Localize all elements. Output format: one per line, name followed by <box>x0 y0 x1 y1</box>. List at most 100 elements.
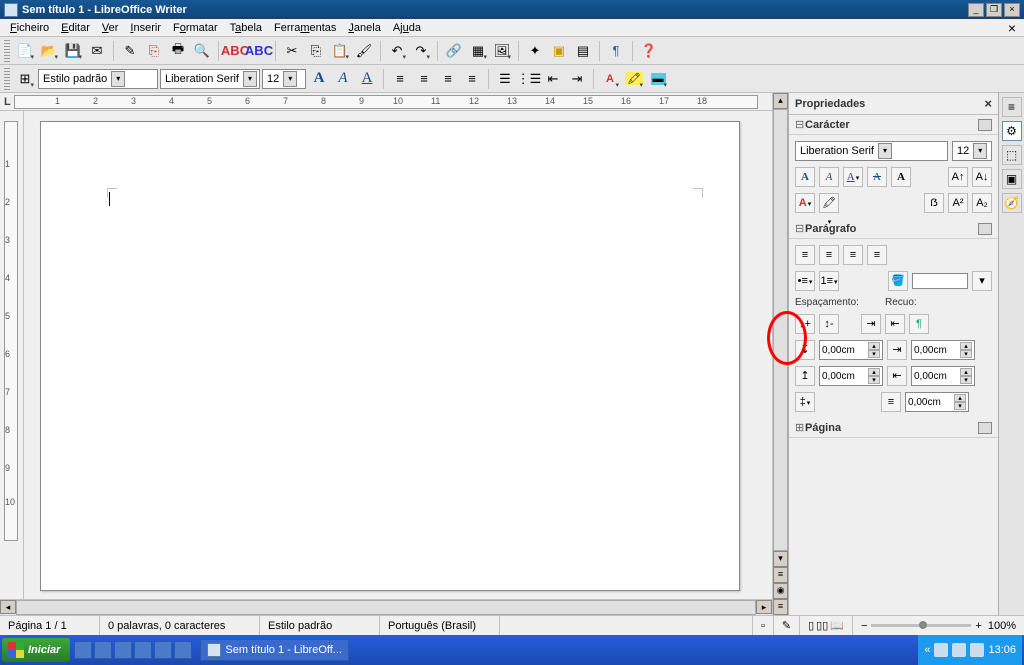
sb-align-justify[interactable]: ≡ <box>867 245 887 265</box>
decrease-indent-button[interactable]: ⇤ <box>542 68 564 90</box>
chevron-down-icon[interactable]: ▾ <box>111 71 125 87</box>
menu-ficheiro[interactable]: Ficheiro <box>4 21 55 35</box>
preview-button[interactable]: 🔍 <box>191 40 213 62</box>
restore-button[interactable]: ❐ <box>986 3 1002 17</box>
sb-indent-dec[interactable]: ⇤ <box>885 314 905 334</box>
datasources-button[interactable]: ▤ <box>572 40 594 62</box>
scroll-up-button[interactable]: ▴ <box>773 93 788 109</box>
align-center-button[interactable]: ≡ <box>413 68 435 90</box>
redo-button[interactable]: ↷ <box>410 40 432 62</box>
sb-bgcolor-dd[interactable]: ▾ <box>972 271 992 291</box>
status-style[interactable]: Estilo padrão <box>260 616 380 635</box>
nav-button[interactable]: ◉ <box>773 583 788 599</box>
zoom-value[interactable]: 100% <box>988 620 1016 632</box>
chevron-down-icon[interactable]: ▾ <box>283 71 297 87</box>
horizontal-scrollbar[interactable]: ◂ ▸ <box>0 599 772 615</box>
sb-hanging[interactable]: ¶ <box>909 314 929 334</box>
menu-ver[interactable]: Ver <box>96 21 125 35</box>
scroll-down-button[interactable]: ▾ <box>773 551 788 567</box>
sb-linespacing-button[interactable]: ‡ <box>795 392 815 412</box>
zoom-slider[interactable] <box>871 624 971 627</box>
tray-icon1[interactable] <box>934 643 948 657</box>
align-right-button[interactable]: ≡ <box>437 68 459 90</box>
menu-ajuda[interactable]: Ajuda <box>387 21 427 35</box>
help-button[interactable]: ❓ <box>638 40 660 62</box>
styles-button[interactable]: ⊞ <box>14 68 36 90</box>
menu-ferramentas[interactable]: Ferramentas <box>268 21 342 35</box>
section-more-button[interactable] <box>978 422 992 434</box>
sb-tab-navigator[interactable]: 🧭 <box>1002 193 1022 213</box>
sb-spacing-inc[interactable]: ↕+ <box>795 314 815 334</box>
sb-italic-button[interactable]: A <box>819 167 839 187</box>
document-page[interactable] <box>40 121 740 591</box>
chevron-down-icon[interactable]: ▾ <box>878 143 892 159</box>
sidebar-font-combo[interactable]: Liberation Serif ▾ <box>795 141 948 161</box>
highlight-button[interactable]: 🖍 <box>623 68 645 90</box>
status-insert[interactable] <box>500 616 753 635</box>
sb-shadow-button[interactable]: A <box>891 167 911 187</box>
menu-tabela[interactable]: Tabela <box>224 21 268 35</box>
close-doc-icon[interactable]: × <box>1004 20 1020 36</box>
section-more-button[interactable] <box>978 119 992 131</box>
vertical-ruler[interactable] <box>4 121 18 541</box>
menu-janela[interactable]: Janela <box>342 21 386 35</box>
sb-align-left[interactable]: ≡ <box>795 245 815 265</box>
ql-media-icon[interactable] <box>134 641 152 659</box>
scroll-right-button[interactable]: ▸ <box>756 600 772 614</box>
sidebar-fontsize-combo[interactable]: 12 ▾ <box>952 141 992 161</box>
sb-spacing-dec[interactable]: ↕- <box>819 314 839 334</box>
font-color-button[interactable]: A <box>599 68 621 90</box>
edit-file-button[interactable]: ✎ <box>119 40 141 62</box>
start-button[interactable]: Iniciar <box>2 638 70 662</box>
sb-tab-menu[interactable]: ≡ <box>1002 97 1022 117</box>
sb-align-right[interactable]: ≡ <box>843 245 863 265</box>
ql-desktop-icon[interactable] <box>74 641 92 659</box>
chevron-down-icon[interactable]: ▾ <box>973 143 987 159</box>
vertical-scrollbar[interactable]: ▴ ▾ ≡ ◉ ≡ <box>772 93 788 615</box>
bold-button[interactable]: A <box>308 68 330 90</box>
zoom-out-button[interactable]: − <box>861 620 867 632</box>
space-below-spin[interactable]: 0,00cm▴▾ <box>819 366 883 386</box>
indent-after-spin[interactable]: 0,00cm▴▾ <box>911 366 975 386</box>
chevron-down-icon[interactable]: ▾ <box>243 71 257 87</box>
firstline-spin[interactable]: 0,00cm▴▾ <box>905 392 969 412</box>
next-page-button[interactable]: ≡ <box>773 599 788 615</box>
sb-tab-styles[interactable]: ⬚ <box>1002 145 1022 165</box>
autospell-button[interactable]: ABC <box>248 40 270 62</box>
sb-bgcolor-button[interactable]: 🪣 <box>888 271 908 291</box>
italic-button[interactable]: A <box>332 68 354 90</box>
sb-underline-button[interactable]: A <box>843 167 863 187</box>
spellcheck-button[interactable]: ABC <box>224 40 246 62</box>
image-button[interactable]: 🖼 <box>491 40 513 62</box>
align-left-button[interactable]: ≡ <box>389 68 411 90</box>
font-size-combo[interactable]: 12 ▾ <box>262 69 306 89</box>
para-style-combo[interactable]: Estilo padrão ▾ <box>38 69 158 89</box>
collapse-icon[interactable]: ⊟ <box>795 118 805 131</box>
close-button[interactable]: × <box>1004 3 1020 17</box>
collapse-icon[interactable]: ⊟ <box>795 222 805 235</box>
save-button[interactable]: 💾 <box>62 40 84 62</box>
ql-chrome-icon[interactable] <box>174 641 192 659</box>
paste-button[interactable]: 📋 <box>329 40 351 62</box>
sb-shrink-button[interactable]: A↓ <box>972 167 992 187</box>
sb-indent-inc[interactable]: ⇥ <box>861 314 881 334</box>
sb-tab-gallery[interactable]: ▣ <box>1002 169 1022 189</box>
hscroll-track[interactable] <box>16 600 756 615</box>
sb-numbering-button[interactable]: 1≡ <box>819 271 839 291</box>
vscroll-track[interactable] <box>773 109 788 551</box>
status-page[interactable]: Página 1 / 1 <box>0 616 100 635</box>
tab-stop-icon[interactable]: L <box>0 96 14 108</box>
print-button[interactable]: 🖶 <box>167 40 189 62</box>
font-name-combo[interactable]: Liberation Serif ▾ <box>160 69 260 89</box>
sb-grow-button[interactable]: A↑ <box>948 167 968 187</box>
underline-button[interactable]: A <box>356 68 378 90</box>
menu-inserir[interactable]: Inserir <box>124 21 167 35</box>
table-button[interactable]: ▦ <box>467 40 489 62</box>
taskbar-app[interactable]: Sem título 1 - LibreOff... <box>200 639 349 661</box>
clone-format-button[interactable]: 🖌 <box>353 40 375 62</box>
scroll-left-button[interactable]: ◂ <box>0 600 16 614</box>
bullets-button[interactable]: ⋮☰ <box>518 68 540 90</box>
ql-explorer-icon[interactable] <box>114 641 132 659</box>
sb-fontcolor-button[interactable]: A <box>795 193 815 213</box>
new-button[interactable]: 📄 <box>14 40 36 62</box>
